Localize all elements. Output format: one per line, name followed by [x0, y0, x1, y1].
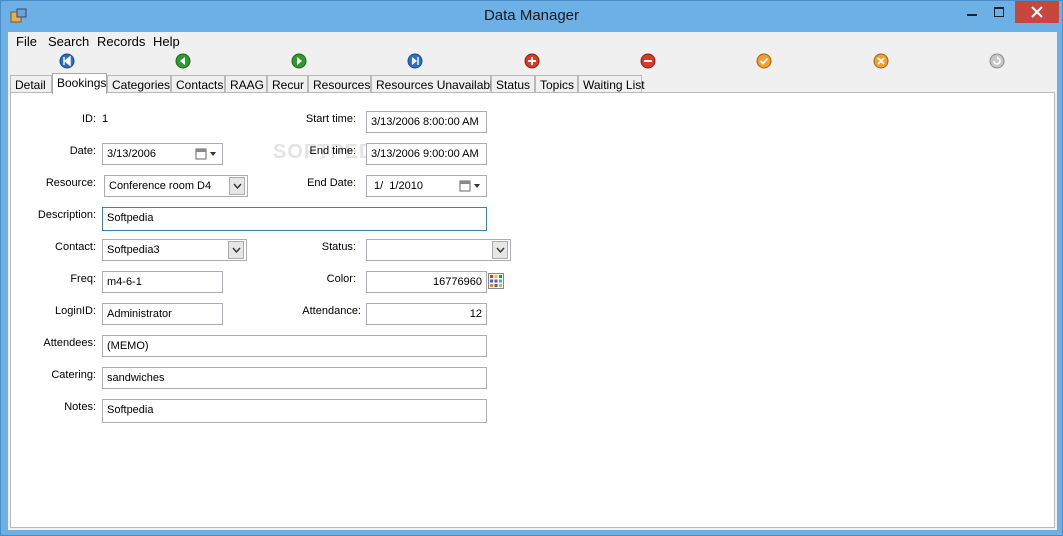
attendance-label: Attendance: [302, 305, 361, 317]
start-time-field[interactable]: 3/13/2006 8:00:00 AM [366, 111, 487, 133]
description-label: Description: [37, 209, 96, 221]
notes-label: Notes: [64, 401, 96, 413]
date-value: 3/13/2006 [107, 148, 156, 160]
first-record-icon[interactable] [59, 53, 75, 69]
tab-bookings[interactable]: Bookings [52, 73, 107, 94]
add-record-icon[interactable] [524, 53, 540, 69]
color-picker-icon[interactable] [488, 273, 504, 289]
catering-label: Catering: [51, 369, 96, 381]
client-area: File Search Records Help Detail Bookings… [8, 32, 1057, 530]
notes-field[interactable]: Softpedia [102, 399, 487, 423]
date-picker[interactable]: 3/13/2006 [102, 143, 223, 165]
menu-file[interactable]: File [14, 34, 39, 49]
minimize-button[interactable] [959, 1, 985, 23]
chevron-down-icon [232, 183, 242, 189]
calendar-dropdown-icon [459, 180, 480, 192]
end-time-field[interactable]: 3/13/2006 9:00:00 AM [366, 143, 487, 165]
tab-status[interactable]: Status [491, 75, 535, 93]
window-title: Data Manager [483, 7, 580, 24]
tab-raag[interactable]: RAAG [225, 75, 267, 93]
cancel-edit-icon[interactable] [873, 53, 889, 69]
title-bar[interactable]: Data Manager [1, 1, 1062, 32]
refresh-icon[interactable] [989, 53, 1005, 69]
id-value: 1 [102, 113, 109, 125]
id-label: ID: [81, 113, 96, 125]
contact-dropdown[interactable]: Softpedia3 [102, 239, 247, 261]
resource-dropdown[interactable]: Conference room D4 [104, 175, 248, 197]
tab-resources[interactable]: Resources [308, 75, 371, 93]
attendance-field[interactable]: 12 [366, 303, 487, 325]
app-window: Data Manager File Search Records Help De… [0, 0, 1063, 536]
save-record-icon[interactable] [756, 53, 772, 69]
end-time-label: End time: [309, 145, 356, 157]
close-button[interactable] [1015, 1, 1059, 23]
date-calendar-button[interactable] [195, 146, 221, 162]
attendees-label: Attendees: [43, 337, 96, 349]
color-field[interactable]: 16776960 [366, 271, 487, 293]
end-date-label: End Date: [307, 177, 356, 189]
contact-dropdown-button[interactable] [228, 241, 244, 259]
menu-search[interactable]: Search [46, 34, 91, 49]
status-dropdown-button[interactable] [492, 241, 508, 259]
tab-contacts[interactable]: Contacts [171, 75, 225, 93]
freq-field[interactable]: m4-6-1 [102, 271, 223, 293]
chevron-down-icon [495, 247, 505, 253]
resource-dropdown-button[interactable] [229, 177, 245, 195]
start-time-label: Start time: [305, 113, 356, 125]
chevron-down-icon [231, 247, 241, 253]
toolbar [8, 52, 1057, 72]
freq-label: Freq: [70, 273, 96, 285]
calendar-dropdown-icon [195, 148, 216, 160]
description-field[interactable]: Softpedia [102, 207, 487, 231]
tab-resources-unavailable[interactable]: Resources Unavailable [371, 75, 499, 93]
resource-label: Resource: [45, 177, 96, 189]
minimize-icon [967, 14, 977, 16]
maximize-button[interactable] [985, 1, 1013, 23]
next-record-icon[interactable] [291, 53, 307, 69]
login-id-field[interactable]: Administrator [102, 303, 223, 325]
previous-record-icon[interactable] [175, 53, 191, 69]
contact-value: Softpedia3 [107, 244, 160, 256]
bookings-panel: SOFTPEDIA ID: 1 Start time: 3/13/2006 8:… [10, 92, 1055, 528]
menu-records[interactable]: Records [95, 34, 147, 49]
tab-recur[interactable]: Recur [267, 75, 308, 93]
close-icon [1031, 6, 1043, 18]
end-date-picker[interactable]: 1/ 1/2010 [366, 175, 487, 197]
date-label: Date: [69, 145, 96, 157]
color-label: Color: [326, 273, 356, 285]
end-date-calendar-button[interactable] [459, 178, 485, 194]
delete-record-icon[interactable] [640, 53, 656, 69]
tab-topics[interactable]: Topics [535, 75, 578, 93]
catering-field[interactable]: sandwiches [102, 367, 487, 389]
tab-waiting-list[interactable]: Waiting List [578, 75, 645, 93]
resource-value: Conference room D4 [109, 180, 212, 192]
tab-detail[interactable]: Detail [10, 75, 52, 93]
status-label: Status: [321, 241, 356, 253]
contact-label: Contact: [55, 241, 96, 253]
attendees-field[interactable]: (MEMO) [102, 335, 487, 357]
maximize-icon [994, 7, 1004, 17]
last-record-icon[interactable] [407, 53, 423, 69]
login-id-label: LoginID: [55, 305, 96, 317]
end-date-value: 1/ 1/2010 [374, 180, 423, 192]
menu-bar: File Search Records Help [8, 32, 1057, 51]
status-dropdown[interactable] [366, 239, 511, 261]
menu-help[interactable]: Help [151, 34, 182, 49]
tab-categories[interactable]: Categories [107, 75, 171, 93]
